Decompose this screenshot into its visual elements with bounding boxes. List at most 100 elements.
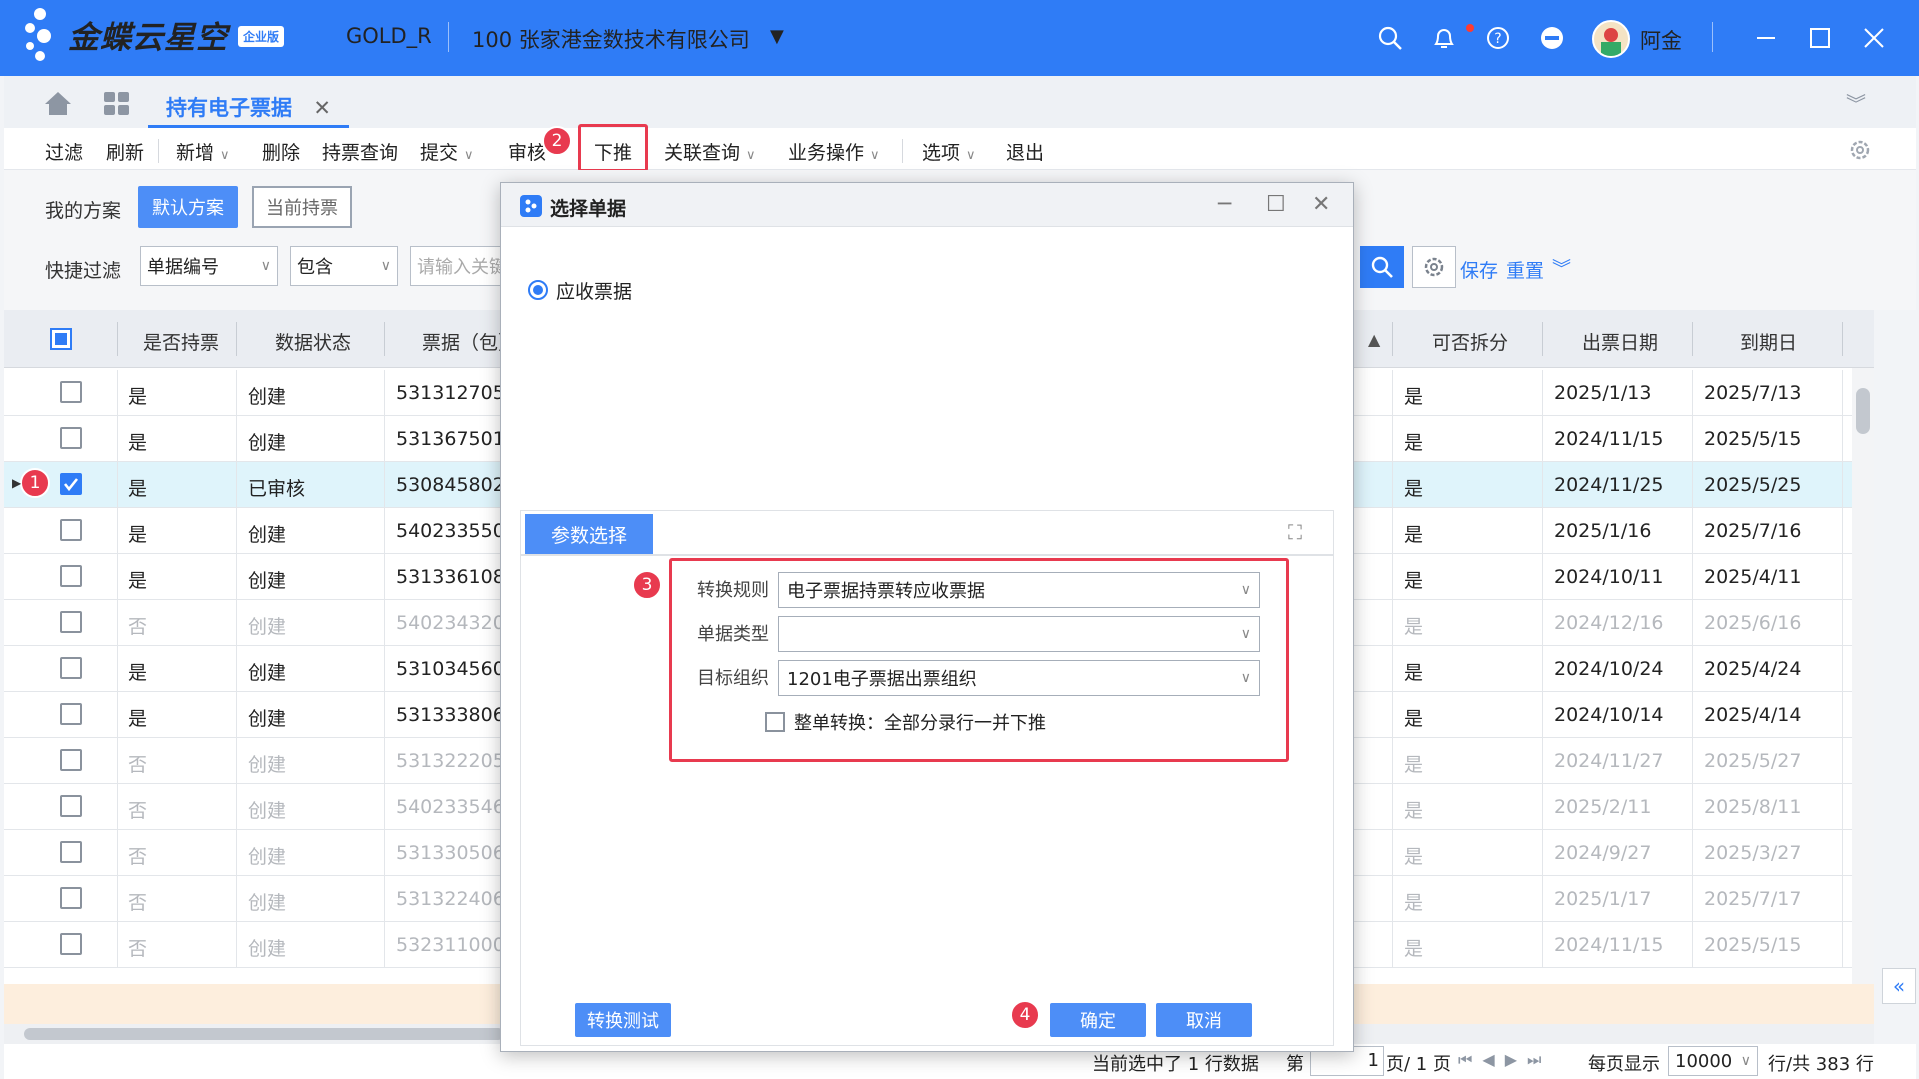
bill-type-select[interactable]: ∨ [778,616,1260,652]
business-ops-button[interactable]: 业务操作 ∨ [788,138,880,165]
row-checkbox[interactable] [60,703,82,725]
tab-close-icon[interactable]: ✕ [313,96,331,120]
rule-value: 电子票据持票转应收票据 [787,581,985,602]
column-divider [117,784,118,830]
header-bill-no[interactable]: 票据（包）号 [422,328,500,355]
row-checkbox[interactable] [60,381,82,403]
column-divider [117,876,118,922]
column-divider [1392,692,1393,738]
header-due-date[interactable]: 到期日 [1740,328,1797,355]
whole-convert-label[interactable]: 整单转换：全部分录行一并下推 [794,709,1046,735]
filter-button[interactable]: 过滤 [45,138,83,165]
apps-grid-icon[interactable] [104,92,130,121]
refresh-button[interactable]: 刷新 [106,138,144,165]
row-checkbox[interactable] [60,887,82,909]
chevron-double-down-icon[interactable]: ︾ [1552,254,1571,281]
receivable-bill-label[interactable]: 应收票据 [556,277,632,304]
filter-field-select[interactable]: 单据编号 ∨ [140,246,278,286]
settings-gear-icon[interactable] [1848,138,1872,167]
current-holding-button[interactable]: 当前持票 [252,186,352,228]
cell-status: 创建 [248,386,287,408]
convert-test-button[interactable]: 转换测试 [575,1003,671,1037]
close-icon[interactable] [1856,20,1892,56]
vertical-scroll-thumb[interactable] [1856,388,1870,434]
minus-circle-icon[interactable] [1534,20,1570,56]
row-checkbox[interactable] [60,749,82,771]
tab-hold-e-bill[interactable]: 持有电子票据 ✕ [148,86,349,128]
vertical-scrollbar[interactable] [1852,368,1874,984]
chevron-double-down-icon[interactable]: ︾ [1846,88,1866,117]
expand-icon[interactable]: ⛶ [1288,520,1302,544]
delete-button[interactable]: 删除 [262,138,300,165]
dialog-close-icon[interactable]: ✕ [1312,192,1330,217]
column-divider [384,508,385,554]
row-checkbox[interactable] [60,611,82,633]
row-checkbox[interactable] [60,427,82,449]
dialog-minimize-icon[interactable]: ─ [1218,192,1231,217]
sort-up-icon[interactable]: ▲ [1368,330,1380,349]
options-button[interactable]: 选项 ∨ [922,138,976,165]
home-icon[interactable] [44,90,72,121]
maximize-icon[interactable] [1802,20,1838,56]
target-org-select[interactable]: 1201电子票据出票组织 ∨ [778,660,1260,696]
row-checkbox[interactable] [60,519,82,541]
rule-select[interactable]: 电子票据持票转应收票据 ∨ [778,572,1260,608]
help-icon[interactable]: ? [1480,20,1516,56]
row-checkbox[interactable] [60,657,82,679]
submit-button[interactable]: 提交 ∨ [420,138,474,165]
column-divider [236,600,237,646]
row-checkbox[interactable] [60,933,82,955]
tab-parameters[interactable]: 参数选择 [525,514,653,554]
receivable-bill-radio[interactable] [528,280,548,300]
header-issue-date[interactable]: 出票日期 [1582,328,1658,355]
header-status[interactable]: 数据状态 [275,328,351,355]
header-splittable[interactable]: 可否拆分 [1432,328,1508,355]
org-dropdown-icon[interactable]: ▼ [770,26,784,47]
add-button[interactable]: 新增 ∨ [176,138,230,165]
search-icon[interactable] [1372,20,1408,56]
row-checkbox[interactable] [60,565,82,587]
cell-status: 创建 [248,708,287,730]
collapse-panel-button[interactable]: « [1882,968,1916,1004]
user-name[interactable]: 阿金 [1640,25,1682,55]
whole-convert-checkbox[interactable] [765,712,785,732]
confirm-button[interactable]: 确定 [1050,1003,1146,1037]
rule-label: 转换规则 [697,580,769,601]
avatar[interactable] [1592,20,1630,58]
select-all-checkbox[interactable] [50,328,72,350]
dialog-maximize-icon[interactable]: ☐ [1266,192,1286,217]
column-divider [1692,830,1693,876]
dialog-app-icon [520,195,542,217]
filter-settings-button[interactable] [1412,246,1456,288]
keyword-input[interactable]: 请输入关键字 [410,246,506,286]
cell-hold: 否 [128,616,148,638]
cell-issue-date: 2024/10/14 [1554,704,1664,726]
title-separator [1712,22,1713,52]
bell-icon[interactable] [1426,20,1462,56]
per-page-select[interactable]: 10000 ∨ [1668,1046,1758,1076]
account-name[interactable]: GOLD_R [346,24,432,48]
row-checkbox[interactable] [60,795,82,817]
cell-issue-date: 2024/12/16 [1554,612,1664,634]
cell-due-date: 2025/5/27 [1704,750,1802,772]
page-nav-arrows-icon[interactable]: ⏮◀▶⏭ [1458,1050,1551,1070]
horizontal-scroll-thumb[interactable] [24,1028,504,1040]
cancel-button[interactable]: 取消 [1156,1003,1252,1037]
exit-button[interactable]: 退出 [1006,138,1044,165]
reset-link[interactable]: 重置 [1506,256,1544,283]
cell-bill-no: 5310345600 [396,658,508,680]
filter-operator-select[interactable]: 包含 ∨ [290,246,398,286]
default-scheme-button[interactable]: 默认方案 [138,186,238,228]
save-scheme-link[interactable]: 保存 [1460,256,1498,283]
row-checkbox[interactable] [60,841,82,863]
hold-query-button[interactable]: 持票查询 [322,138,398,165]
related-query-button[interactable]: 关联查询 ∨ [664,138,756,165]
business-ops-label: 业务操作 [788,142,865,164]
header-hold[interactable]: 是否持票 [143,328,219,355]
organization-name[interactable]: 100 张家港金数技术有限公司 [472,24,750,54]
audit-button[interactable]: 审核 [508,138,546,165]
minimize-icon[interactable] [1748,20,1784,56]
search-button[interactable] [1360,246,1404,288]
row-checkbox[interactable] [60,473,82,495]
push-button[interactable]: 下推 [594,138,632,165]
